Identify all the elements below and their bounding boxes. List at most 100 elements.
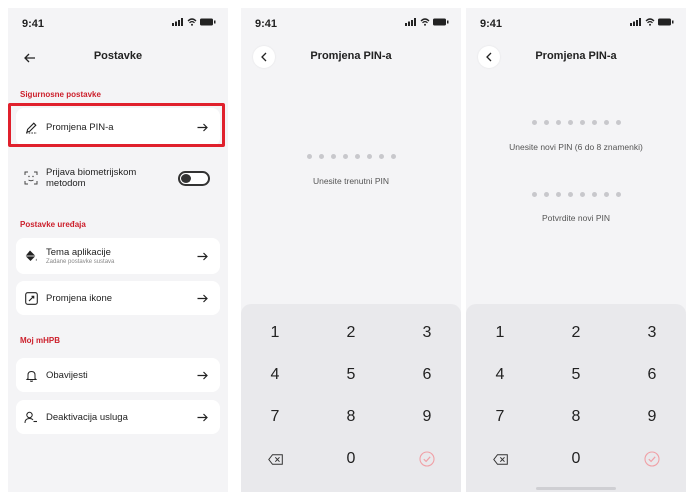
biometric-toggle[interactable] <box>178 170 210 186</box>
delete-key[interactable] <box>245 444 305 474</box>
pin-dot <box>603 192 609 197</box>
status-time: 9:41 <box>480 18 503 30</box>
page-title: Promjena PIN-a <box>535 50 617 62</box>
pin-dot <box>378 154 384 159</box>
key-6[interactable]: 6 <box>397 360 457 390</box>
settings-item-label: Prijava biometrijskom metodom <box>46 167 137 189</box>
change-pin-new-screen: 9:41 Promjena PIN-a Unesite novi PIN (6 … <box>466 8 686 492</box>
delete-key[interactable] <box>470 444 530 474</box>
keypad: 1 2 3 4 5 6 7 8 9 0 <box>466 304 686 492</box>
status-bar: 9:41 <box>253 18 449 32</box>
new-pin-dots <box>466 120 686 125</box>
settings-item-notifications[interactable]: Obavijesti <box>16 358 220 392</box>
pin-dot <box>390 154 396 159</box>
key-8[interactable]: 8 <box>546 402 606 432</box>
page-title: Postavke <box>93 50 143 62</box>
key-5[interactable]: 5 <box>546 360 606 390</box>
paint-bucket-icon <box>24 249 38 263</box>
pin-dot <box>579 120 585 125</box>
signal-icon <box>630 18 641 26</box>
key-0[interactable]: 0 <box>546 444 606 474</box>
pin-dot <box>555 120 561 125</box>
confirm-pin-prompt: Potvrdite novi PIN <box>541 213 611 223</box>
settings-item-sublabel: Zadane postavke sustava <box>46 259 115 265</box>
toggle-knob <box>181 173 191 183</box>
pin-dot <box>330 154 336 159</box>
highlight-box <box>8 103 225 147</box>
key-7[interactable]: 7 <box>245 402 305 432</box>
section-device-label: Postavke uređaja <box>20 220 86 229</box>
settings-item-deactivate[interactable]: Deaktivacija usluga <box>16 400 220 434</box>
key-5[interactable]: 5 <box>321 360 381 390</box>
settings-item-biometric: Prijava biometrijskom metodom <box>16 158 220 198</box>
key-4[interactable]: 4 <box>245 360 305 390</box>
nav-bar: Postavke <box>8 46 228 70</box>
settings-item-change-icon[interactable]: Promjena ikone <box>16 281 220 315</box>
pin-dot <box>306 154 312 159</box>
arrow-right-icon <box>196 369 208 381</box>
change-pin-current-screen: 9:41 Promjena PIN-a Unesite trenutni PIN… <box>241 8 461 492</box>
key-6[interactable]: 6 <box>622 360 682 390</box>
backspace-icon <box>492 453 508 465</box>
pin-dot <box>555 192 561 197</box>
nav-bar: Promjena PIN-a <box>466 46 686 70</box>
key-3[interactable]: 3 <box>622 318 682 348</box>
home-indicator <box>536 487 616 490</box>
key-1[interactable]: 1 <box>470 318 530 348</box>
status-time: 9:41 <box>255 18 278 30</box>
user-remove-icon <box>24 410 38 424</box>
battery-icon <box>200 18 216 26</box>
pin-dots <box>241 154 461 159</box>
settings-screen: 9:41 Postavke Sigurnosne postavke Promje… <box>8 8 228 492</box>
settings-item-theme[interactable]: Tema aplikacije Zadane postavke sustava <box>16 238 220 274</box>
check-circle-icon <box>419 451 435 467</box>
status-icons <box>405 18 449 26</box>
key-1[interactable]: 1 <box>245 318 305 348</box>
key-2[interactable]: 2 <box>546 318 606 348</box>
arrow-right-icon <box>196 250 208 262</box>
nav-bar: Promjena PIN-a <box>241 46 461 70</box>
arrow-right-icon <box>196 411 208 423</box>
pin-dot <box>603 120 609 125</box>
bell-icon <box>24 368 38 382</box>
key-7[interactable]: 7 <box>470 402 530 432</box>
pin-dot <box>531 120 537 125</box>
wifi-icon <box>187 18 197 26</box>
pin-dot <box>591 120 597 125</box>
pin-dot <box>591 192 597 197</box>
key-0[interactable]: 0 <box>321 444 381 474</box>
app-icon-icon <box>24 291 38 305</box>
pin-dot <box>615 120 621 125</box>
pin-prompt: Unesite trenutni PIN <box>312 176 390 186</box>
key-9[interactable]: 9 <box>397 402 457 432</box>
key-8[interactable]: 8 <box>321 402 381 432</box>
key-3[interactable]: 3 <box>397 318 457 348</box>
battery-icon <box>433 18 449 26</box>
key-9[interactable]: 9 <box>622 402 682 432</box>
status-bar: 9:41 <box>20 18 216 32</box>
pin-dot <box>567 120 573 125</box>
page-title: Promjena PIN-a <box>310 50 392 62</box>
pin-dot <box>567 192 573 197</box>
key-4[interactable]: 4 <box>470 360 530 390</box>
settings-item-label: Promjena ikone <box>46 292 113 304</box>
settings-item-label: Obavijesti <box>46 369 88 381</box>
backspace-icon <box>267 453 283 465</box>
confirm-key[interactable] <box>397 444 457 474</box>
pin-dot <box>354 154 360 159</box>
pin-dot <box>531 192 537 197</box>
signal-icon <box>172 18 183 26</box>
check-circle-icon <box>644 451 660 467</box>
section-security-label: Sigurnosne postavke <box>20 90 101 99</box>
pin-dot <box>543 120 549 125</box>
confirm-key[interactable] <box>622 444 682 474</box>
key-2[interactable]: 2 <box>321 318 381 348</box>
pin-dot <box>543 192 549 197</box>
status-bar: 9:41 <box>478 18 674 32</box>
new-pin-prompt: Unesite novi PIN (6 do 8 znamenki) <box>509 142 643 152</box>
wifi-icon <box>645 18 655 26</box>
battery-icon <box>658 18 674 26</box>
pin-dot <box>579 192 585 197</box>
arrow-right-icon <box>196 292 208 304</box>
wifi-icon <box>420 18 430 26</box>
